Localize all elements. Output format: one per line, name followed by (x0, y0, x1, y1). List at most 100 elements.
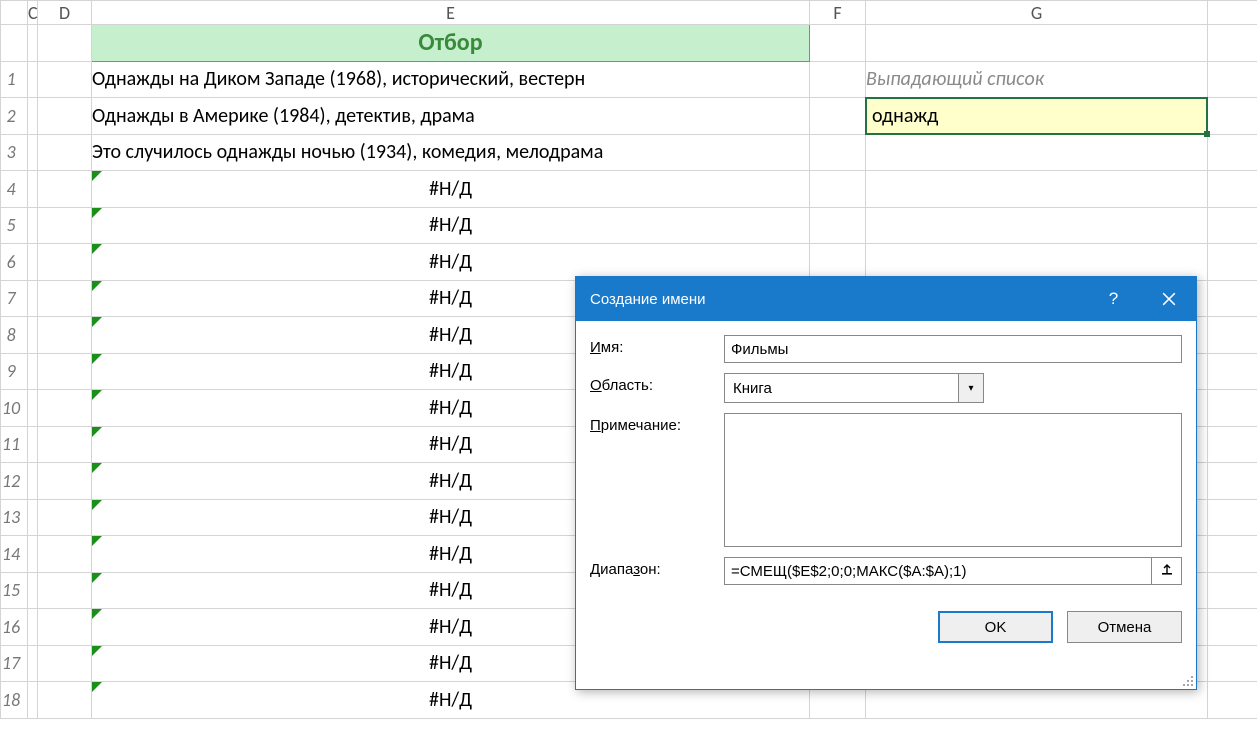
cell[interactable] (1208, 353, 1257, 390)
row-header[interactable]: 4 (1, 171, 28, 208)
cell[interactable] (1208, 536, 1257, 573)
help-button[interactable]: ? (1086, 277, 1141, 321)
range-input[interactable] (724, 557, 1152, 585)
cell[interactable] (38, 280, 92, 317)
cell-G[interactable]: Выпадающий список (866, 61, 1208, 98)
row-header[interactable]: 15 (1, 572, 28, 609)
cell[interactable] (28, 171, 38, 208)
cell[interactable] (38, 61, 92, 98)
cell[interactable] (38, 609, 92, 646)
cell-E[interactable]: Однажды в Америке (1984), детектив, драм… (92, 98, 810, 135)
cell[interactable] (28, 207, 38, 244)
cell[interactable] (28, 317, 38, 354)
cell[interactable] (38, 134, 92, 171)
cell[interactable] (38, 317, 92, 354)
cell[interactable] (38, 171, 92, 208)
cell[interactable] (28, 98, 38, 135)
cell[interactable] (866, 25, 1208, 62)
cell[interactable] (38, 536, 92, 573)
col-header-G[interactable]: G (866, 1, 1208, 25)
cell[interactable] (1208, 390, 1257, 427)
cell[interactable] (28, 353, 38, 390)
cell[interactable] (38, 645, 92, 682)
cell[interactable] (1208, 280, 1257, 317)
cell[interactable] (1208, 171, 1257, 208)
row-header-blank[interactable] (1, 25, 28, 62)
row-header[interactable]: 9 (1, 353, 28, 390)
cell[interactable] (28, 682, 38, 719)
col-header-D[interactable]: D (38, 1, 92, 25)
cell-G[interactable] (866, 244, 1208, 281)
cell[interactable] (1208, 426, 1257, 463)
cell[interactable] (1208, 463, 1257, 500)
cell[interactable] (810, 61, 866, 98)
close-button[interactable] (1141, 277, 1196, 321)
col-header-E[interactable]: E (92, 1, 810, 25)
cell[interactable] (38, 207, 92, 244)
select-all-corner[interactable] (1, 1, 28, 25)
cell[interactable] (38, 682, 92, 719)
cell[interactable] (28, 280, 38, 317)
cell[interactable] (38, 390, 92, 427)
cell[interactable] (1208, 244, 1257, 281)
cell[interactable] (1208, 682, 1257, 719)
cell-E[interactable]: Это случилось однажды ночью (1934), коме… (92, 134, 810, 171)
cell[interactable] (28, 572, 38, 609)
col-header-C[interactable]: C (28, 1, 38, 25)
row-header[interactable]: 8 (1, 317, 28, 354)
column-title-otbor[interactable]: Отбор (92, 25, 810, 62)
cell[interactable] (28, 536, 38, 573)
row-header[interactable]: 11 (1, 426, 28, 463)
row-header[interactable]: 14 (1, 536, 28, 573)
cell[interactable] (28, 25, 38, 62)
col-header-F[interactable]: F (810, 1, 866, 25)
cell[interactable] (38, 244, 92, 281)
range-picker-button[interactable] (1152, 557, 1182, 585)
cell-E[interactable]: #Н/Д (92, 207, 810, 244)
cell-G[interactable] (866, 134, 1208, 171)
cell[interactable] (1208, 98, 1257, 135)
cell[interactable] (1208, 317, 1257, 354)
col-header-extra[interactable] (1208, 1, 1257, 25)
comment-textarea[interactable] (724, 413, 1182, 547)
cell[interactable] (28, 61, 38, 98)
cell[interactable] (38, 353, 92, 390)
row-header[interactable]: 6 (1, 244, 28, 281)
cell[interactable] (38, 499, 92, 536)
cell[interactable] (1208, 61, 1257, 98)
cell[interactable] (28, 390, 38, 427)
row-header[interactable]: 16 (1, 609, 28, 646)
row-header[interactable]: 3 (1, 134, 28, 171)
cell[interactable] (1208, 645, 1257, 682)
dialog-titlebar[interactable]: Создание имени ? (576, 277, 1196, 321)
cell[interactable] (28, 134, 38, 171)
cell[interactable] (28, 426, 38, 463)
column-header-row[interactable]: C D E F G (1, 1, 1257, 25)
row-header[interactable]: 7 (1, 280, 28, 317)
ok-button[interactable]: OK (938, 611, 1053, 643)
row-header[interactable]: 1 (1, 61, 28, 98)
cell-E[interactable]: Однажды на Диком Западе (1968), историче… (92, 61, 810, 98)
cell[interactable] (1208, 134, 1257, 171)
cell[interactable] (1208, 25, 1257, 62)
name-input[interactable] (724, 335, 1182, 363)
cell[interactable] (28, 645, 38, 682)
row-header[interactable]: 17 (1, 645, 28, 682)
cell[interactable] (1208, 572, 1257, 609)
cell[interactable] (38, 98, 92, 135)
cell-G[interactable] (866, 207, 1208, 244)
scope-select[interactable] (724, 373, 958, 403)
cell[interactable] (1208, 207, 1257, 244)
row-header[interactable]: 18 (1, 682, 28, 719)
cell-G[interactable]: однажд (866, 98, 1208, 135)
cell[interactable] (38, 25, 92, 62)
cell[interactable] (810, 244, 866, 281)
cell[interactable] (810, 207, 866, 244)
row-header[interactable]: 10 (1, 390, 28, 427)
cell[interactable] (28, 609, 38, 646)
cell[interactable] (38, 572, 92, 609)
cell[interactable] (28, 244, 38, 281)
cell-G[interactable] (866, 171, 1208, 208)
cell[interactable] (810, 134, 866, 171)
scope-dropdown-button[interactable]: ▾ (958, 373, 984, 403)
